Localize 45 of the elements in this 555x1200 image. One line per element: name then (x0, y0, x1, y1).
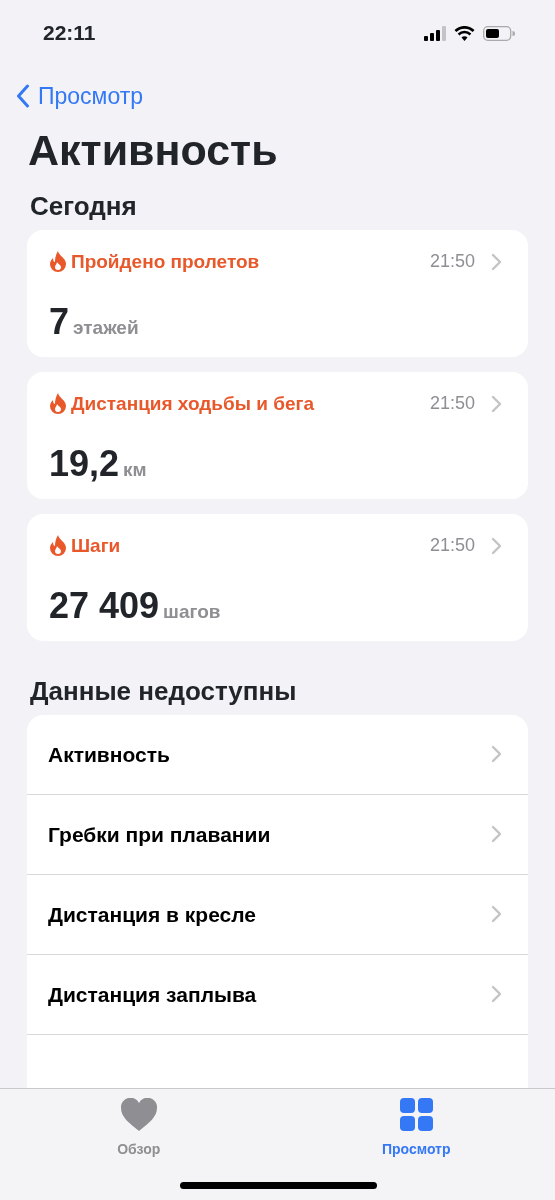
wifi-icon (454, 25, 475, 41)
status-time: 22:11 (43, 20, 96, 47)
metric-unit: шагов (163, 600, 221, 625)
chevron-icon (491, 985, 502, 1004)
item-label: Активность (48, 741, 170, 768)
tab-item[interactable]: Просмотр (277, 1089, 555, 1200)
metric-time: 21:50 (429, 392, 475, 416)
metric-value: 27 409 (49, 588, 160, 625)
chevron-icon (491, 253, 502, 271)
flame-icon (49, 393, 67, 415)
metric-value: 7 (49, 304, 70, 341)
item-label: Дистанция заплыва (48, 981, 257, 1008)
metric-time: 21:50 (429, 250, 475, 274)
page-title: Активность (28, 127, 279, 175)
list-item[interactable]: Гребки при плавании (27, 794, 528, 875)
metric-card[interactable]: Пройдено пролетов 21:50 7 этажей (27, 229, 528, 357)
chevron-icon (491, 395, 502, 413)
chevron-icon (491, 905, 502, 924)
metric-label: Дистанция ходьбы и бега (71, 391, 315, 416)
item-label: Гребки при плавании (48, 821, 271, 848)
metric-time: 21:50 (429, 534, 475, 558)
item-label: Дистанция в кресле (48, 901, 256, 928)
flame-icon (49, 535, 67, 557)
signal-icon (424, 25, 446, 41)
metric-card[interactable]: Шаги 21:50 27 409 шагов (27, 513, 528, 641)
flame-icon (49, 251, 67, 273)
metric-value: 19,2 (49, 446, 120, 483)
back-link[interactable]: Просмотр (0, 66, 144, 114)
list-item[interactable]: Дистанция заплыва (27, 954, 528, 1035)
chevron-icon (491, 745, 502, 764)
section-heading: Сегодня (30, 190, 138, 222)
chevron-icon (491, 825, 502, 844)
metric-card[interactable]: Дистанция ходьбы и бега 21:50 19,2 км (27, 371, 528, 499)
battery-icon (483, 25, 515, 41)
chevron-icon (491, 537, 502, 555)
metric-label: Пройдено пролетов (71, 249, 260, 274)
metric-unit: км (123, 458, 147, 483)
grid-icon (399, 1098, 433, 1131)
metric-label: Шаги (71, 533, 121, 558)
back-chevron-icon (16, 84, 30, 109)
section-heading: Данные недоступны (30, 675, 298, 707)
metric-unit: этажей (73, 316, 139, 341)
list-item[interactable]: Активность (27, 714, 528, 795)
list-item[interactable]: Дистанция в кресле (27, 874, 528, 955)
heart-icon (120, 1098, 157, 1131)
